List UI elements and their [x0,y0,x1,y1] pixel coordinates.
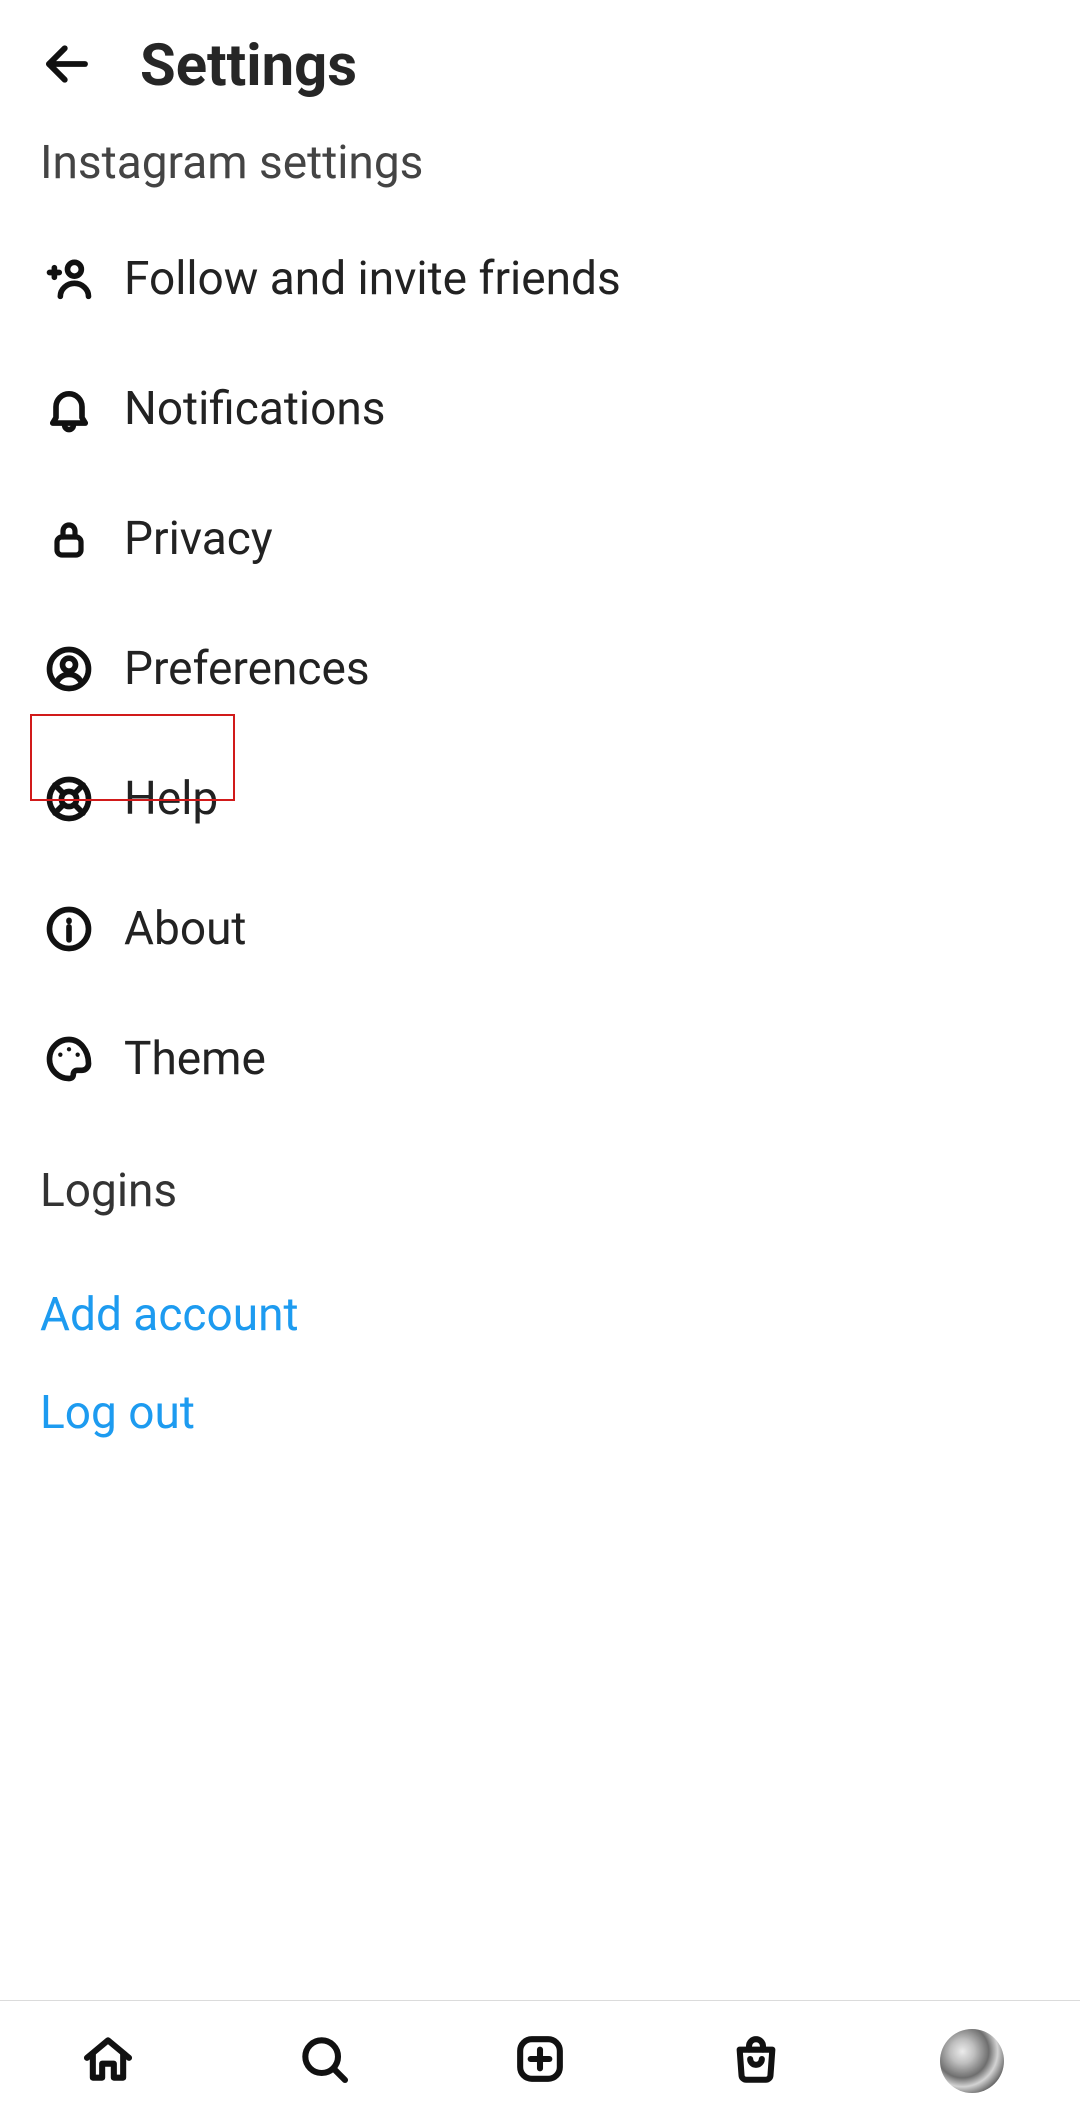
lock-icon [40,510,98,568]
menu-item-label: Privacy [124,512,273,566]
header: Settings [0,0,1080,120]
menu-item-help[interactable]: Help [0,734,1080,864]
nav-home[interactable] [73,2026,143,2096]
menu-item-privacy[interactable]: Privacy [0,474,1080,604]
menu-item-theme[interactable]: Theme [0,994,1080,1124]
menu-item-label: Help [124,772,218,826]
arrow-left-icon [40,37,94,95]
shopping-bag-icon [728,2031,784,2091]
bell-icon [40,380,98,438]
menu-item-label: Follow and invite friends [124,252,621,306]
nav-profile[interactable] [937,2026,1007,2096]
home-icon [80,2031,136,2091]
log-out-link[interactable]: Log out [40,1364,1040,1462]
nav-search[interactable] [289,2026,359,2096]
add-person-icon [40,250,98,308]
add-account-link[interactable]: Add account [40,1266,1040,1364]
settings-menu: Follow and invite friends Notifications … [0,214,1080,1124]
nav-create[interactable] [505,2026,575,2096]
menu-item-about[interactable]: About [0,864,1080,994]
logins-section: Logins Add account Log out [0,1124,1080,1472]
palette-icon [40,1030,98,1088]
back-button[interactable] [40,39,94,93]
menu-item-follow-invite[interactable]: Follow and invite friends [0,214,1080,344]
page-title: Settings [140,32,357,100]
menu-item-label: Theme [124,1032,266,1086]
menu-item-preferences[interactable]: Preferences [0,604,1080,734]
menu-item-label: About [124,902,246,956]
menu-item-notifications[interactable]: Notifications [0,344,1080,474]
section-instagram-settings: Instagram settings [0,120,1080,214]
person-circle-icon [40,640,98,698]
section-logins-label: Logins [40,1164,1040,1218]
search-icon [296,2031,352,2091]
avatar [940,2029,1004,2093]
menu-item-label: Preferences [124,642,370,696]
plus-square-icon [512,2031,568,2091]
lifebuoy-icon [40,770,98,828]
info-icon [40,900,98,958]
menu-item-label: Notifications [124,382,386,436]
bottom-nav [0,2000,1080,2120]
nav-shop[interactable] [721,2026,791,2096]
